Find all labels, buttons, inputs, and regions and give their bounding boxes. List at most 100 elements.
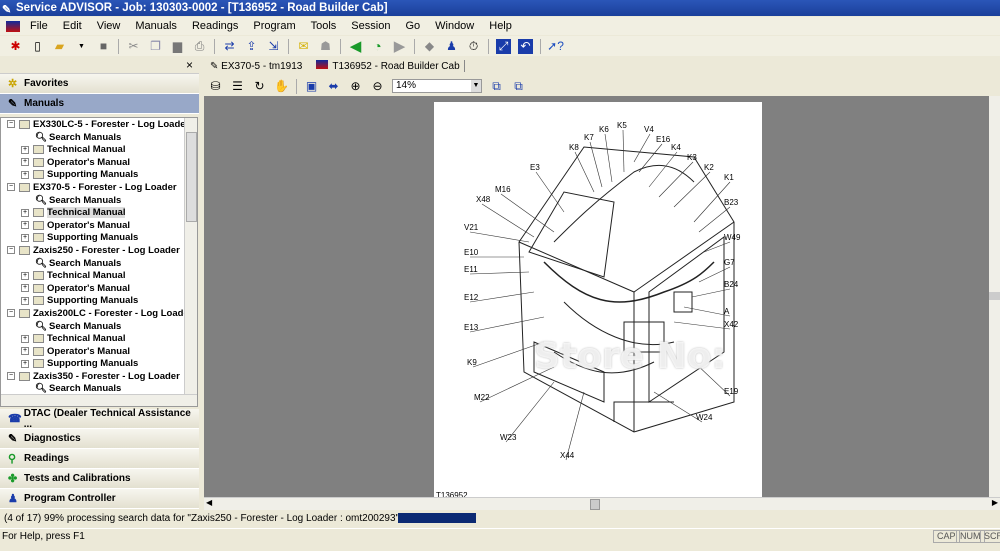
forward-icon[interactable]: ▶ <box>392 38 407 55</box>
collapse-icon[interactable]: − <box>7 183 15 192</box>
copy-icon[interactable]: ❐ <box>148 39 163 54</box>
manuals-bar[interactable]: ✎ Manuals <box>0 94 199 114</box>
zoom-out-icon[interactable]: ⊖ <box>370 79 385 94</box>
paste-icon[interactable]: ▆ <box>170 39 185 54</box>
menu-program[interactable]: Program <box>253 20 295 32</box>
tree-node-manual[interactable]: + Technical Manual <box>7 207 197 220</box>
viewer-horizontal-scrollbar[interactable]: ◀ ▶ <box>204 497 1000 510</box>
zoom-in-icon[interactable]: ⊕ <box>348 79 363 94</box>
tree-node-manual[interactable]: + Supporting Manuals <box>7 358 197 371</box>
program-controller-icon[interactable]: ♟ <box>444 39 459 54</box>
tree-node-machine[interactable]: − Zaxis350 - Forester - Log Loader <box>7 371 197 384</box>
menu-tools[interactable]: Tools <box>311 20 337 32</box>
expand-icon[interactable]: + <box>21 221 29 230</box>
restore-window-icon[interactable]: ⤢ <box>496 38 511 54</box>
cut-icon[interactable]: ✂ <box>126 39 141 54</box>
list-icon[interactable]: ☰ <box>230 79 245 94</box>
tab-ex370-tm1913[interactable]: ✎ EX370-5 - tm1913 <box>210 61 302 72</box>
collapse-icon[interactable]: − <box>7 309 15 318</box>
section-readings[interactable]: ⚲ Readings <box>0 449 199 469</box>
tree-node-manual[interactable]: + Operator's Manual <box>7 157 197 170</box>
tree-node-manual[interactable]: 🔍︎ Search Manuals <box>7 258 197 271</box>
expand-icon[interactable]: + <box>21 347 29 356</box>
stop-icon[interactable]: ◆ <box>422 39 437 54</box>
tree-node-manual[interactable]: + Supporting Manuals <box>7 169 197 182</box>
pan-hand-icon[interactable]: ✋ <box>274 79 289 94</box>
expand-icon[interactable]: + <box>21 145 29 154</box>
upload-icon[interactable]: ⇪ <box>244 39 259 54</box>
scroll-thumb[interactable] <box>989 292 1000 300</box>
tree-node-manual[interactable]: + Operator's Manual <box>7 220 197 233</box>
next-image-icon[interactable]: ⧉ <box>511 79 526 94</box>
tree-node-machine[interactable]: − EX370-5 - Forester - Log Loader <box>7 182 197 195</box>
menu-view[interactable]: View <box>97 20 121 32</box>
menu-go[interactable]: Go <box>405 20 420 32</box>
menu-file[interactable]: File <box>30 20 48 32</box>
menu-help[interactable]: Help <box>489 20 512 32</box>
expand-icon[interactable]: + <box>21 271 29 280</box>
tree-node-machine[interactable]: − Zaxis250 - Forester - Log Loader <box>7 245 197 258</box>
expand-icon[interactable]: + <box>21 208 29 217</box>
menu-session[interactable]: Session <box>351 20 390 32</box>
tree-node-machine[interactable]: − EX330LC-5 - Forester - Log Loader <box>7 119 197 132</box>
save-icon[interactable]: ■ <box>96 39 111 54</box>
menu-edit[interactable]: Edit <box>63 20 82 32</box>
expand-icon[interactable]: + <box>21 158 29 167</box>
image-viewer[interactable]: K8 K7 K6 K5 V4 E16 K4 K3 K2 K1 E3 M16 X48 B23 V21 W49 E1… <box>204 96 989 502</box>
tree-horizontal-scrollbar[interactable] <box>1 394 197 406</box>
collapse-icon[interactable]: − <box>7 120 15 129</box>
print-icon[interactable]: ⎙ <box>192 39 207 54</box>
fit-width-icon[interactable]: ⬌ <box>326 79 341 94</box>
zoom-select[interactable]: 14% ▼ <box>392 79 482 93</box>
previous-image-icon[interactable]: ⧉ <box>489 79 504 94</box>
tree-node-manual[interactable]: + Operator's Manual <box>7 346 197 359</box>
binoculars-icon[interactable]: ⛁ <box>208 79 223 94</box>
tree-node-machine[interactable]: − Zaxis200LC - Forester - Log Loader <box>7 308 197 321</box>
section-program-controller[interactable]: ♟ Program Controller <box>0 489 199 509</box>
menu-manuals[interactable]: Manuals <box>135 20 177 32</box>
expand-icon[interactable]: + <box>21 359 29 368</box>
section-tests-calibrations[interactable]: ✤ Tests and Calibrations <box>0 469 199 489</box>
tree-node-manual[interactable]: + Technical Manual <box>7 144 197 157</box>
tree-node-manual[interactable]: + Technical Manual <box>7 270 197 283</box>
tree-node-manual[interactable]: + Operator's Manual <box>7 283 197 296</box>
expand-icon[interactable]: + <box>21 233 29 242</box>
help-pointer-icon[interactable]: ➚? <box>547 39 564 54</box>
expand-icon[interactable]: + <box>21 284 29 293</box>
undo-window-icon[interactable]: ↶ <box>518 38 533 54</box>
scroll-thumb[interactable] <box>590 499 600 510</box>
open-folder-icon[interactable]: ▰ <box>52 39 67 54</box>
expand-icon[interactable]: + <box>21 334 29 343</box>
timer-icon[interactable]: ⏱ <box>466 39 481 54</box>
manuals-tree[interactable]: − EX330LC-5 - Forester - Log Loader 🔍︎ Sear… <box>0 117 198 407</box>
expand-icon[interactable]: + <box>21 170 29 179</box>
tree-node-manual[interactable]: 🔍︎ Search Manuals <box>7 132 197 145</box>
scroll-left-icon[interactable]: ◀ <box>206 498 212 507</box>
tab-t136952[interactable]: T136952 - Road Builder Cab <box>316 60 465 72</box>
tree-node-manual[interactable]: + Supporting Manuals <box>7 295 197 308</box>
connect-icon[interactable]: ⇄ <box>222 39 237 54</box>
section-diagnostics[interactable]: ✎ Diagnostics <box>0 429 199 449</box>
chevron-down-icon[interactable]: ▼ <box>471 80 481 92</box>
download-icon[interactable]: ⇲ <box>266 39 281 54</box>
menu-window[interactable]: Window <box>435 20 474 32</box>
favorites-bar[interactable]: ✲ Favorites <box>0 74 199 94</box>
tree-node-manual[interactable]: 🔍︎ Search Manuals <box>7 321 197 334</box>
new-document-icon[interactable]: ▯ <box>30 39 45 54</box>
home-icon[interactable]: ☗ <box>318 39 333 54</box>
menu-readings[interactable]: Readings <box>192 20 238 32</box>
history-icon[interactable]: ◔ <box>370 38 385 54</box>
document-icon[interactable] <box>6 20 20 32</box>
viewer-vertical-scrollbar[interactable] <box>989 96 1000 497</box>
rotate-icon[interactable]: ↻ <box>252 79 267 94</box>
tree-node-manual[interactable]: 🔍︎ Search Manuals <box>7 195 197 208</box>
collapse-icon[interactable]: − <box>7 372 15 381</box>
tree-node-manual[interactable]: + Technical Manual <box>7 333 197 346</box>
close-pane-button[interactable]: × <box>186 58 193 72</box>
collapse-icon[interactable]: − <box>7 246 15 255</box>
scroll-right-icon[interactable]: ▶ <box>992 498 998 507</box>
scroll-thumb[interactable] <box>186 132 197 222</box>
tree-vertical-scrollbar[interactable] <box>184 118 197 396</box>
new-item-icon[interactable]: ✱ <box>8 39 23 54</box>
mail-icon[interactable]: ✉ <box>296 39 311 54</box>
